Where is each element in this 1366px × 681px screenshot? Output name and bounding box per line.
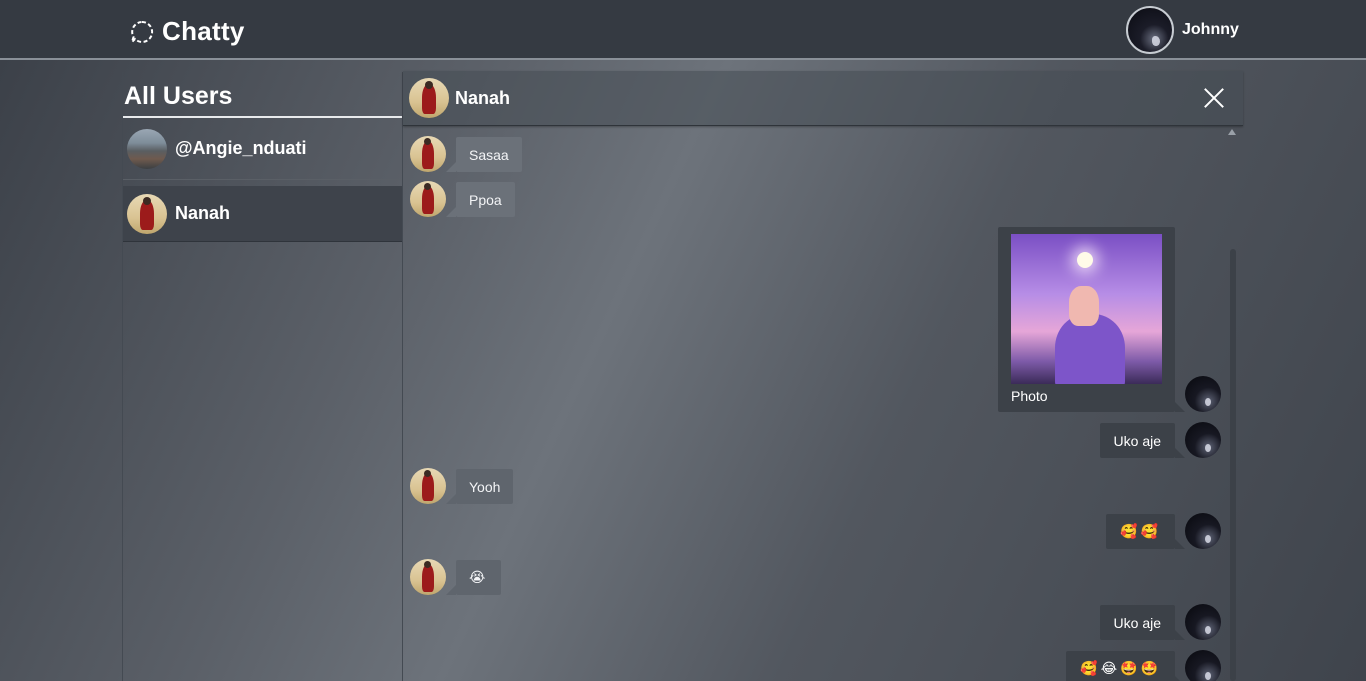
message-incoming: Sasaa: [410, 136, 522, 172]
scrollbar[interactable]: [1230, 131, 1236, 681]
avatar: [127, 128, 167, 169]
brand[interactable]: Chatty: [130, 16, 245, 47]
photo-caption: Photo: [1011, 388, 1048, 404]
avatar[interactable]: [1126, 6, 1174, 54]
message-text: Uko aje: [1099, 423, 1186, 458]
photo-message[interactable]: Photo: [998, 227, 1185, 412]
message-emoji: 😭: [445, 560, 502, 595]
chat-bubble-icon: [131, 20, 154, 43]
photo-image[interactable]: [1011, 234, 1162, 384]
message-outgoing: 🥰🥰: [1106, 513, 1221, 549]
avatar: [410, 468, 446, 504]
avatar: [127, 193, 167, 234]
avatar: [1185, 513, 1221, 549]
avatar: [1185, 422, 1221, 458]
message-text: Uko aje: [1099, 605, 1186, 640]
message-text: Yooh: [445, 469, 514, 504]
message-outgoing: 🥰😂🤩🤩: [1066, 650, 1221, 681]
message-emoji: 🥰🥰: [1106, 514, 1185, 549]
avatar: [410, 181, 446, 217]
message-text: Ppoa: [446, 182, 515, 217]
message-incoming: Ppoa: [410, 181, 515, 217]
message-incoming: 😭: [410, 559, 502, 595]
chat-header: Nanah: [403, 71, 1243, 126]
message-incoming: Yooh: [410, 468, 514, 504]
user-list-item[interactable]: @Angie_nduati: [123, 118, 402, 180]
app-title: Chatty: [162, 16, 245, 46]
user-list-item-active[interactable]: Nanah: [123, 186, 402, 242]
avatar: [410, 559, 446, 595]
chat-panel: Nanah Sasaa Ppoa Photo Uko aje Yooh 🥰🥰 😭…: [403, 71, 1243, 681]
message-text: Sasaa: [446, 137, 522, 172]
close-icon[interactable]: [1203, 87, 1225, 109]
sidebar-title: All Users: [123, 72, 402, 118]
users-sidebar: All Users @Angie_nduati Nanah: [122, 72, 403, 681]
message-emoji: 🥰😂🤩🤩: [1066, 651, 1185, 681]
avatar: [410, 136, 446, 172]
avatar: [1185, 604, 1221, 640]
avatar: [1185, 650, 1221, 681]
chat-contact-name: Nanah: [455, 87, 511, 108]
top-navbar: Chatty Johnny: [0, 0, 1366, 60]
message-outgoing: Photo: [998, 227, 1221, 412]
user-name: Nanah: [175, 203, 231, 223]
user-name: @Angie_nduati: [175, 138, 307, 158]
avatar: [1185, 376, 1221, 412]
avatar: [409, 78, 449, 118]
scrollbar-thumb[interactable]: [1230, 249, 1236, 681]
message-outgoing: Uko aje: [1099, 604, 1221, 640]
current-user-menu[interactable]: Johnny: [1126, 6, 1239, 54]
message-outgoing: Uko aje: [1099, 422, 1221, 458]
current-user-name: Johnny: [1182, 21, 1239, 38]
